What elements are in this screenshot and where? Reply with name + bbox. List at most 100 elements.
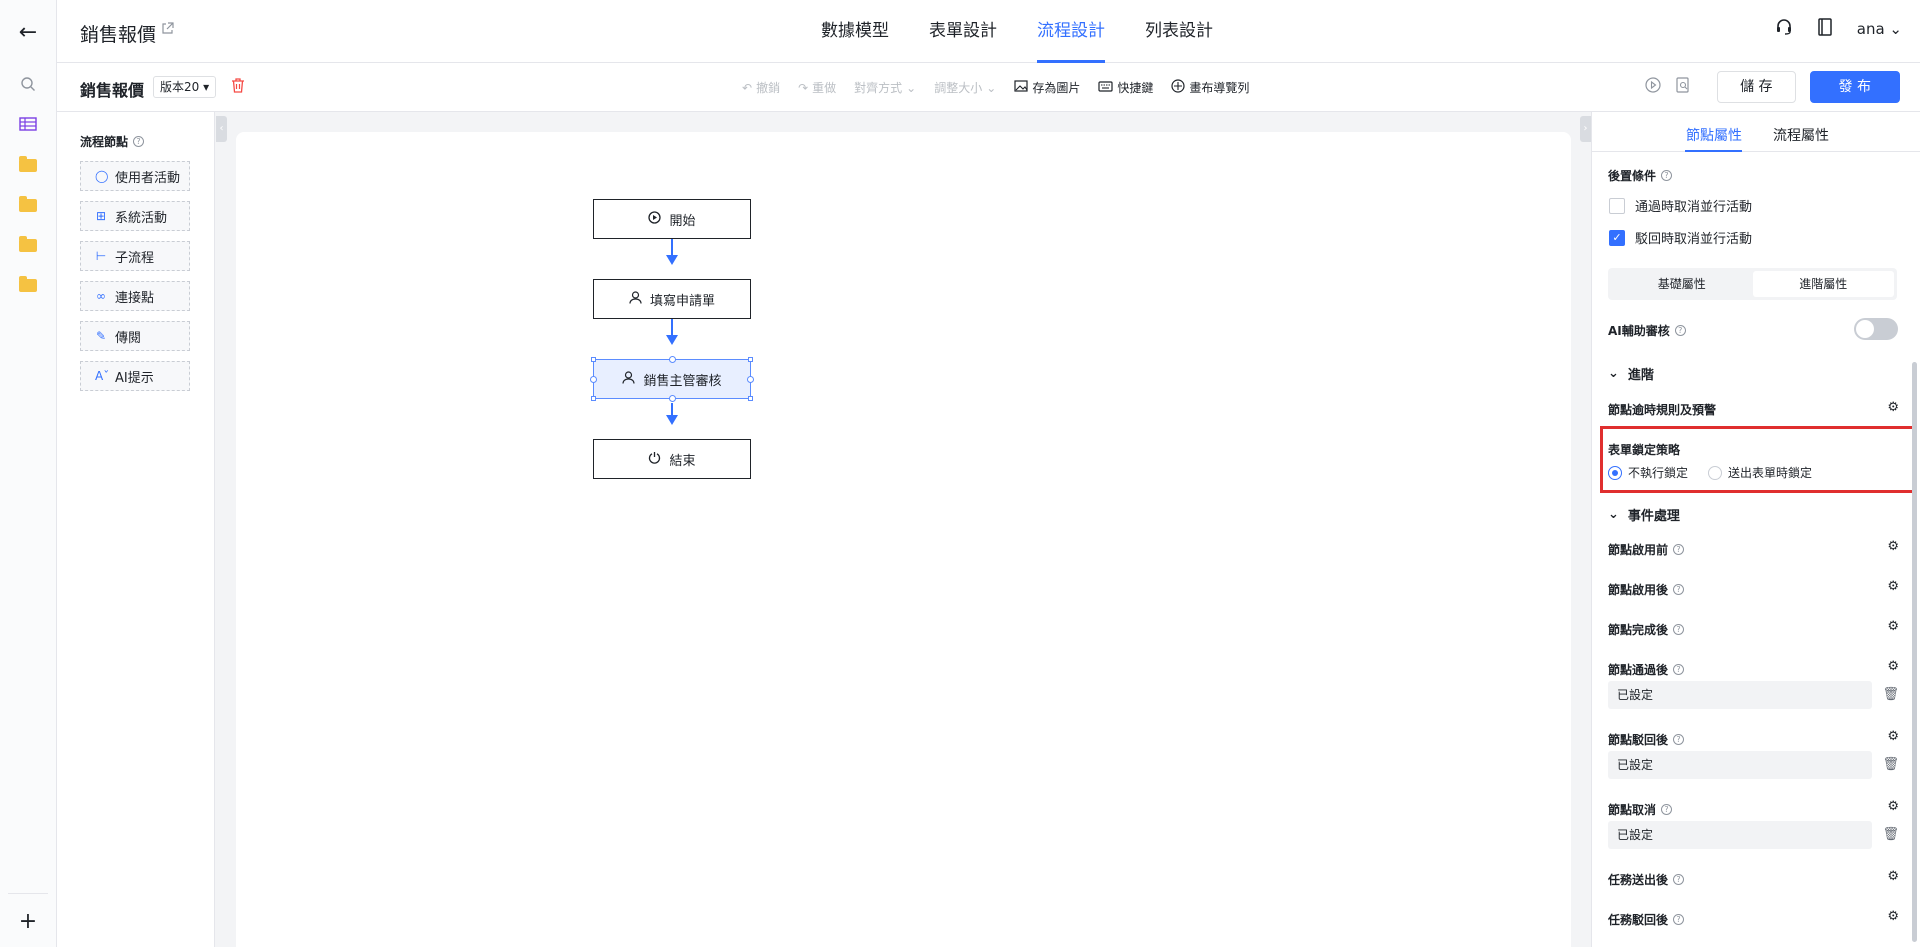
help-icon[interactable]: ?: [1674, 325, 1686, 336]
gear-icon[interactable]: ⚙: [1887, 579, 1899, 594]
tab-data-model[interactable]: 數據模型: [801, 0, 909, 63]
version-select[interactable]: 版本20 ▾: [153, 76, 217, 98]
timeout-rules-label: 節點逾時規則及預警: [1608, 403, 1717, 417]
flow-node-end[interactable]: 結束: [593, 439, 751, 479]
connect-handle[interactable]: [669, 395, 676, 402]
gear-icon[interactable]: ⚙: [1887, 539, 1899, 554]
resize-dropdown[interactable]: 調整大小 ⌄: [934, 79, 996, 96]
shortcuts-button[interactable]: 快捷鍵: [1098, 79, 1153, 96]
radio-lock-on-submit[interactable]: [1708, 465, 1723, 480]
flow-node-fill-form[interactable]: 填寫申請單: [593, 279, 751, 319]
connect-handle[interactable]: [590, 376, 597, 383]
help-icon[interactable]: ?: [1661, 170, 1673, 181]
collapse-right-icon[interactable]: ›: [1580, 116, 1591, 142]
palette-node-system-activity[interactable]: ⊞ 系統活動: [80, 201, 190, 231]
help-icon[interactable]: ?: [1673, 624, 1685, 635]
checkbox-box[interactable]: [1609, 197, 1625, 214]
trash-icon[interactable]: 🗑: [1882, 827, 1899, 842]
collapse-left-icon[interactable]: ‹: [216, 116, 227, 142]
configured-value[interactable]: 已設定: [1608, 821, 1872, 849]
save-button[interactable]: 儲 存: [1717, 71, 1796, 103]
trash-icon[interactable]: 🗑: [1882, 757, 1899, 772]
flow-node-sales-manager-review[interactable]: 銷售主管審核: [590, 356, 754, 402]
user-menu[interactable]: ana ⌄: [1857, 20, 1902, 38]
resize-handle[interactable]: [591, 357, 596, 362]
canvas-nav-button[interactable]: 畫布導覽列: [1171, 79, 1249, 96]
radio-no-lock[interactable]: [1608, 465, 1622, 480]
configured-value[interactable]: 已設定: [1608, 681, 1872, 709]
inspect-doc-icon[interactable]: [1675, 77, 1691, 97]
folder-icon[interactable]: [17, 234, 39, 256]
connect-handle[interactable]: [747, 376, 754, 383]
save-image-button[interactable]: 存為圖片: [1014, 79, 1080, 96]
palette-node-subprocess[interactable]: ⊢ 子流程: [80, 241, 190, 271]
add-icon[interactable]: +: [17, 909, 39, 934]
palette-node-connector[interactable]: ∞ 連接點: [80, 281, 190, 311]
headset-icon[interactable]: [1775, 18, 1793, 40]
advanced-properties-tab[interactable]: 進階屬性: [1752, 271, 1894, 297]
gear-icon[interactable]: ⚙: [1887, 619, 1899, 634]
help-icon[interactable]: ?: [1673, 914, 1685, 925]
events-section-header[interactable]: ⌄ 事件處理: [1608, 505, 1680, 524]
connect-handle[interactable]: [669, 356, 676, 363]
checkbox-checked[interactable]: ✓: [1609, 229, 1625, 246]
help-icon[interactable]: ?: [1673, 734, 1685, 745]
resize-handle[interactable]: [748, 396, 753, 401]
gear-icon[interactable]: ⚙: [1887, 909, 1899, 924]
help-icon[interactable]: ?: [1673, 874, 1685, 885]
palette-node-ai-prompt[interactable]: Aˇ AI提示: [80, 361, 190, 391]
palette-node-user-activity[interactable]: ◯ 使用者活動: [80, 161, 190, 191]
cancel-parallel-on-reject-checkbox[interactable]: ✓ 駁回時取消並行活動: [1609, 228, 1752, 247]
link-icon: ∞: [96, 289, 106, 303]
help-icon[interactable]: ?: [1661, 804, 1673, 815]
tab-list-design[interactable]: 列表設計: [1125, 0, 1233, 63]
flow-canvas[interactable]: 開始 填寫申請單 銷售主管審核 結束: [236, 132, 1571, 947]
publish-button[interactable]: 發 布: [1809, 71, 1900, 103]
tab-node-properties[interactable]: 節點屬性: [1686, 125, 1742, 145]
properties-panel: 節點屬性 流程屬性 後置條件? 通過時取消並行活動 ✓ 駁回時取消並行活動 基礎屬…: [1591, 112, 1920, 947]
user-icon: ◯: [95, 169, 109, 183]
external-link-icon[interactable]: [161, 22, 174, 39]
tab-form-design[interactable]: 表單設計: [909, 0, 1017, 63]
resize-handle[interactable]: [748, 357, 753, 362]
cancel-parallel-on-pass-checkbox[interactable]: 通過時取消並行活動: [1609, 196, 1752, 215]
gear-icon[interactable]: ⚙: [1887, 659, 1899, 674]
folder-icon[interactable]: [17, 154, 39, 176]
canvas-tools: ↶ 撤銷 ↷ 重做 對齊方式 ⌄ 調整大小 ⌄ 存為圖片 快捷鍵 畫布導覽列: [742, 79, 1249, 96]
palette-node-label: 傳閱: [115, 330, 142, 346]
trash-icon[interactable]: 🗑: [1882, 687, 1899, 702]
folder-icon[interactable]: [17, 274, 39, 296]
help-icon[interactable]: ?: [1673, 544, 1685, 555]
advanced-section-header[interactable]: ⌄ 進階: [1608, 364, 1654, 383]
tab-flow-properties[interactable]: 流程屬性: [1773, 125, 1829, 145]
redo-button[interactable]: ↷ 重做: [798, 79, 836, 96]
post-condition-label: 後置條件?: [1608, 167, 1673, 184]
resize-handle[interactable]: [591, 396, 596, 401]
app-header: 銷售報價 數據模型 表單設計 流程設計 列表設計 ana ⌄: [57, 0, 1920, 63]
basic-properties-tab[interactable]: 基礎屬性: [1611, 271, 1753, 297]
gear-icon[interactable]: ⚙: [1887, 400, 1899, 415]
ai-review-toggle[interactable]: [1854, 318, 1898, 340]
book-icon[interactable]: [1817, 18, 1833, 40]
panel-scrollbar[interactable]: [1912, 362, 1917, 942]
play-icon[interactable]: [1645, 77, 1661, 97]
search-icon[interactable]: [17, 73, 39, 95]
align-dropdown[interactable]: 對齊方式 ⌄: [854, 79, 916, 96]
flow-node-label: 結束: [669, 453, 696, 469]
flow-node-start[interactable]: 開始: [593, 199, 751, 239]
palette-node-circulate[interactable]: ✎ 傳閱: [80, 321, 190, 351]
tab-flow-design[interactable]: 流程設計: [1017, 0, 1125, 63]
help-icon[interactable]: ?: [1673, 584, 1685, 595]
folder-icon[interactable]: [17, 194, 39, 216]
gear-icon[interactable]: ⚙: [1887, 729, 1899, 744]
undo-button[interactable]: ↶ 撤銷: [742, 79, 780, 96]
configured-value[interactable]: 已設定: [1608, 751, 1872, 779]
palette-heading: 流程節點?: [80, 133, 145, 150]
help-icon[interactable]: ?: [1673, 664, 1685, 675]
help-icon[interactable]: ?: [133, 136, 145, 147]
table-icon[interactable]: [17, 113, 39, 135]
gear-icon[interactable]: ⚙: [1887, 869, 1899, 884]
back-arrow-icon[interactable]: ←: [17, 20, 39, 45]
delete-version-icon[interactable]: [231, 78, 245, 97]
gear-icon[interactable]: ⚙: [1887, 799, 1899, 814]
